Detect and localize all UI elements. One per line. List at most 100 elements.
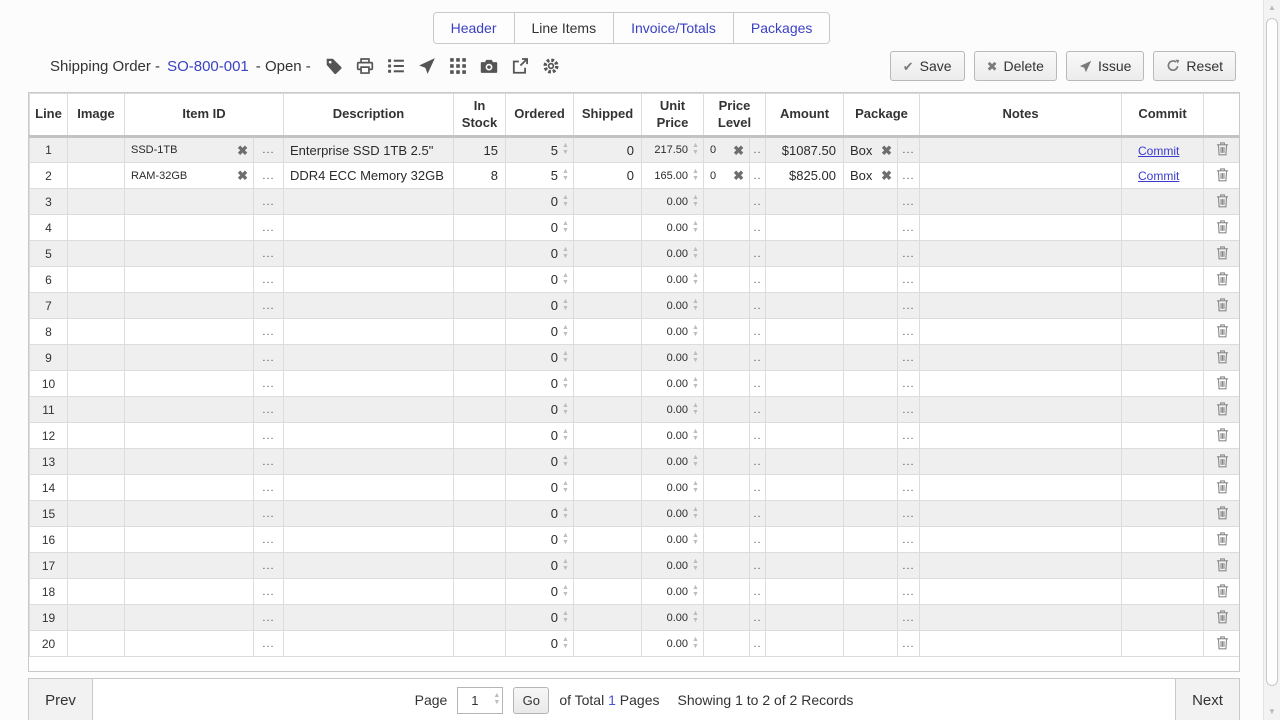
price-level-lookup-button[interactable]: .. bbox=[750, 345, 766, 371]
ordered-spinner[interactable]: ▲▼ bbox=[560, 143, 571, 157]
camera-icon[interactable] bbox=[480, 57, 498, 75]
notes-cell[interactable] bbox=[920, 241, 1122, 267]
item-id-cell[interactable] bbox=[125, 293, 254, 319]
ordered-cell[interactable]: 0▲▼ bbox=[506, 579, 574, 605]
notes-cell[interactable] bbox=[920, 631, 1122, 657]
delete-row-button[interactable] bbox=[1204, 527, 1240, 553]
ordered-spinner[interactable]: ▲▼ bbox=[560, 377, 571, 391]
package-lookup-button[interactable]: ... bbox=[898, 631, 920, 657]
unit-price-cell[interactable]: 0.00▲▼ bbox=[642, 449, 704, 475]
save-button[interactable]: ✔ Save bbox=[890, 51, 965, 81]
price-level-lookup-button[interactable]: .. bbox=[750, 137, 766, 163]
unit-price-spinner[interactable]: ▲▼ bbox=[690, 559, 701, 573]
price-level-lookup-button[interactable]: .. bbox=[750, 293, 766, 319]
description-cell[interactable] bbox=[284, 579, 454, 605]
package-lookup-button[interactable]: ... bbox=[898, 189, 920, 215]
reset-button[interactable]: Reset bbox=[1153, 51, 1236, 81]
grid-icon[interactable] bbox=[449, 57, 467, 75]
unit-price-spinner[interactable]: ▲▼ bbox=[690, 351, 701, 365]
item-lookup-button[interactable]: ... bbox=[254, 579, 284, 605]
package-cell[interactable] bbox=[844, 579, 898, 605]
unit-price-cell[interactable]: 0.00▲▼ bbox=[642, 475, 704, 501]
item-id-cell[interactable] bbox=[125, 319, 254, 345]
package-cell[interactable] bbox=[844, 501, 898, 527]
unit-price-spinner[interactable]: ▲▼ bbox=[690, 247, 701, 261]
unit-price-cell[interactable]: 0.00▲▼ bbox=[642, 501, 704, 527]
description-cell[interactable] bbox=[284, 631, 454, 657]
item-lookup-button[interactable]: ... bbox=[254, 501, 284, 527]
clear-price-level-icon[interactable]: ✖ bbox=[730, 169, 747, 182]
package-cell[interactable] bbox=[844, 397, 898, 423]
item-lookup-button[interactable]: ... bbox=[254, 397, 284, 423]
ordered-spinner[interactable]: ▲▼ bbox=[560, 247, 571, 261]
ordered-spinner[interactable]: ▲▼ bbox=[560, 403, 571, 417]
package-cell[interactable] bbox=[844, 449, 898, 475]
price-level-cell[interactable] bbox=[704, 397, 750, 423]
delete-row-button[interactable] bbox=[1204, 423, 1240, 449]
unit-price-spinner[interactable]: ▲▼ bbox=[690, 273, 701, 287]
ordered-cell[interactable]: 0▲▼ bbox=[506, 293, 574, 319]
ordered-spinner[interactable]: ▲▼ bbox=[560, 273, 571, 287]
price-level-cell[interactable]: 0✖ bbox=[704, 163, 750, 189]
description-cell[interactable] bbox=[284, 267, 454, 293]
notes-cell[interactable] bbox=[920, 293, 1122, 319]
price-level-cell[interactable] bbox=[704, 527, 750, 553]
unit-price-spinner[interactable]: ▲▼ bbox=[690, 221, 701, 235]
scrollbar-thumb[interactable] bbox=[1266, 18, 1278, 686]
unit-price-spinner[interactable]: ▲▼ bbox=[690, 585, 701, 599]
delete-row-button[interactable] bbox=[1204, 319, 1240, 345]
package-lookup-button[interactable]: ... bbox=[898, 163, 920, 189]
package-cell[interactable] bbox=[844, 189, 898, 215]
delete-row-button[interactable] bbox=[1204, 501, 1240, 527]
unit-price-spinner[interactable]: ▲▼ bbox=[690, 455, 701, 469]
delete-row-button[interactable] bbox=[1204, 293, 1240, 319]
description-cell[interactable] bbox=[284, 397, 454, 423]
description-cell[interactable] bbox=[284, 319, 454, 345]
package-cell[interactable] bbox=[844, 423, 898, 449]
package-lookup-button[interactable]: ... bbox=[898, 241, 920, 267]
package-cell[interactable] bbox=[844, 371, 898, 397]
package-lookup-button[interactable]: ... bbox=[898, 605, 920, 631]
item-lookup-button[interactable]: ... bbox=[254, 527, 284, 553]
ordered-cell[interactable]: 0▲▼ bbox=[506, 423, 574, 449]
commit-link[interactable]: Commit bbox=[1130, 144, 1179, 158]
notes-cell[interactable] bbox=[920, 475, 1122, 501]
description-cell[interactable] bbox=[284, 475, 454, 501]
item-id-cell[interactable] bbox=[125, 423, 254, 449]
item-lookup-button[interactable]: ... bbox=[254, 449, 284, 475]
price-level-lookup-button[interactable]: .. bbox=[750, 215, 766, 241]
description-cell[interactable] bbox=[284, 215, 454, 241]
delete-row-button[interactable] bbox=[1204, 475, 1240, 501]
notes-cell[interactable] bbox=[920, 579, 1122, 605]
price-level-cell[interactable] bbox=[704, 293, 750, 319]
item-lookup-button[interactable]: ... bbox=[254, 137, 284, 163]
item-id-cell[interactable] bbox=[125, 267, 254, 293]
package-cell[interactable]: Box✖ bbox=[844, 163, 898, 189]
item-id-cell[interactable]: RAM-32GB✖ bbox=[125, 163, 254, 189]
unit-price-spinner[interactable]: ▲▼ bbox=[690, 195, 701, 209]
price-level-lookup-button[interactable]: .. bbox=[750, 267, 766, 293]
ordered-spinner[interactable]: ▲▼ bbox=[560, 325, 571, 339]
price-level-lookup-button[interactable]: .. bbox=[750, 397, 766, 423]
description-cell[interactable]: Enterprise SSD 1TB 2.5" bbox=[284, 137, 454, 163]
package-lookup-button[interactable]: ... bbox=[898, 397, 920, 423]
delete-row-button[interactable] bbox=[1204, 371, 1240, 397]
notes-cell[interactable] bbox=[920, 137, 1122, 163]
delete-row-button[interactable] bbox=[1204, 137, 1240, 163]
price-level-cell[interactable] bbox=[704, 579, 750, 605]
notes-cell[interactable] bbox=[920, 345, 1122, 371]
item-id-cell[interactable] bbox=[125, 241, 254, 267]
delete-row-button[interactable] bbox=[1204, 605, 1240, 631]
item-lookup-button[interactable]: ... bbox=[254, 631, 284, 657]
price-level-lookup-button[interactable]: .. bbox=[750, 631, 766, 657]
unit-price-spinner[interactable]: ▲▼ bbox=[690, 507, 701, 521]
price-level-cell[interactable] bbox=[704, 449, 750, 475]
scroll-down-icon[interactable]: ▼ bbox=[1264, 704, 1280, 720]
window-scrollbar[interactable]: ▲ ▼ bbox=[1263, 0, 1280, 720]
package-cell[interactable] bbox=[844, 345, 898, 371]
price-level-cell[interactable]: 0✖ bbox=[704, 137, 750, 163]
notes-cell[interactable] bbox=[920, 371, 1122, 397]
item-id-cell[interactable] bbox=[125, 605, 254, 631]
description-cell[interactable] bbox=[284, 527, 454, 553]
ordered-cell[interactable]: 0▲▼ bbox=[506, 475, 574, 501]
